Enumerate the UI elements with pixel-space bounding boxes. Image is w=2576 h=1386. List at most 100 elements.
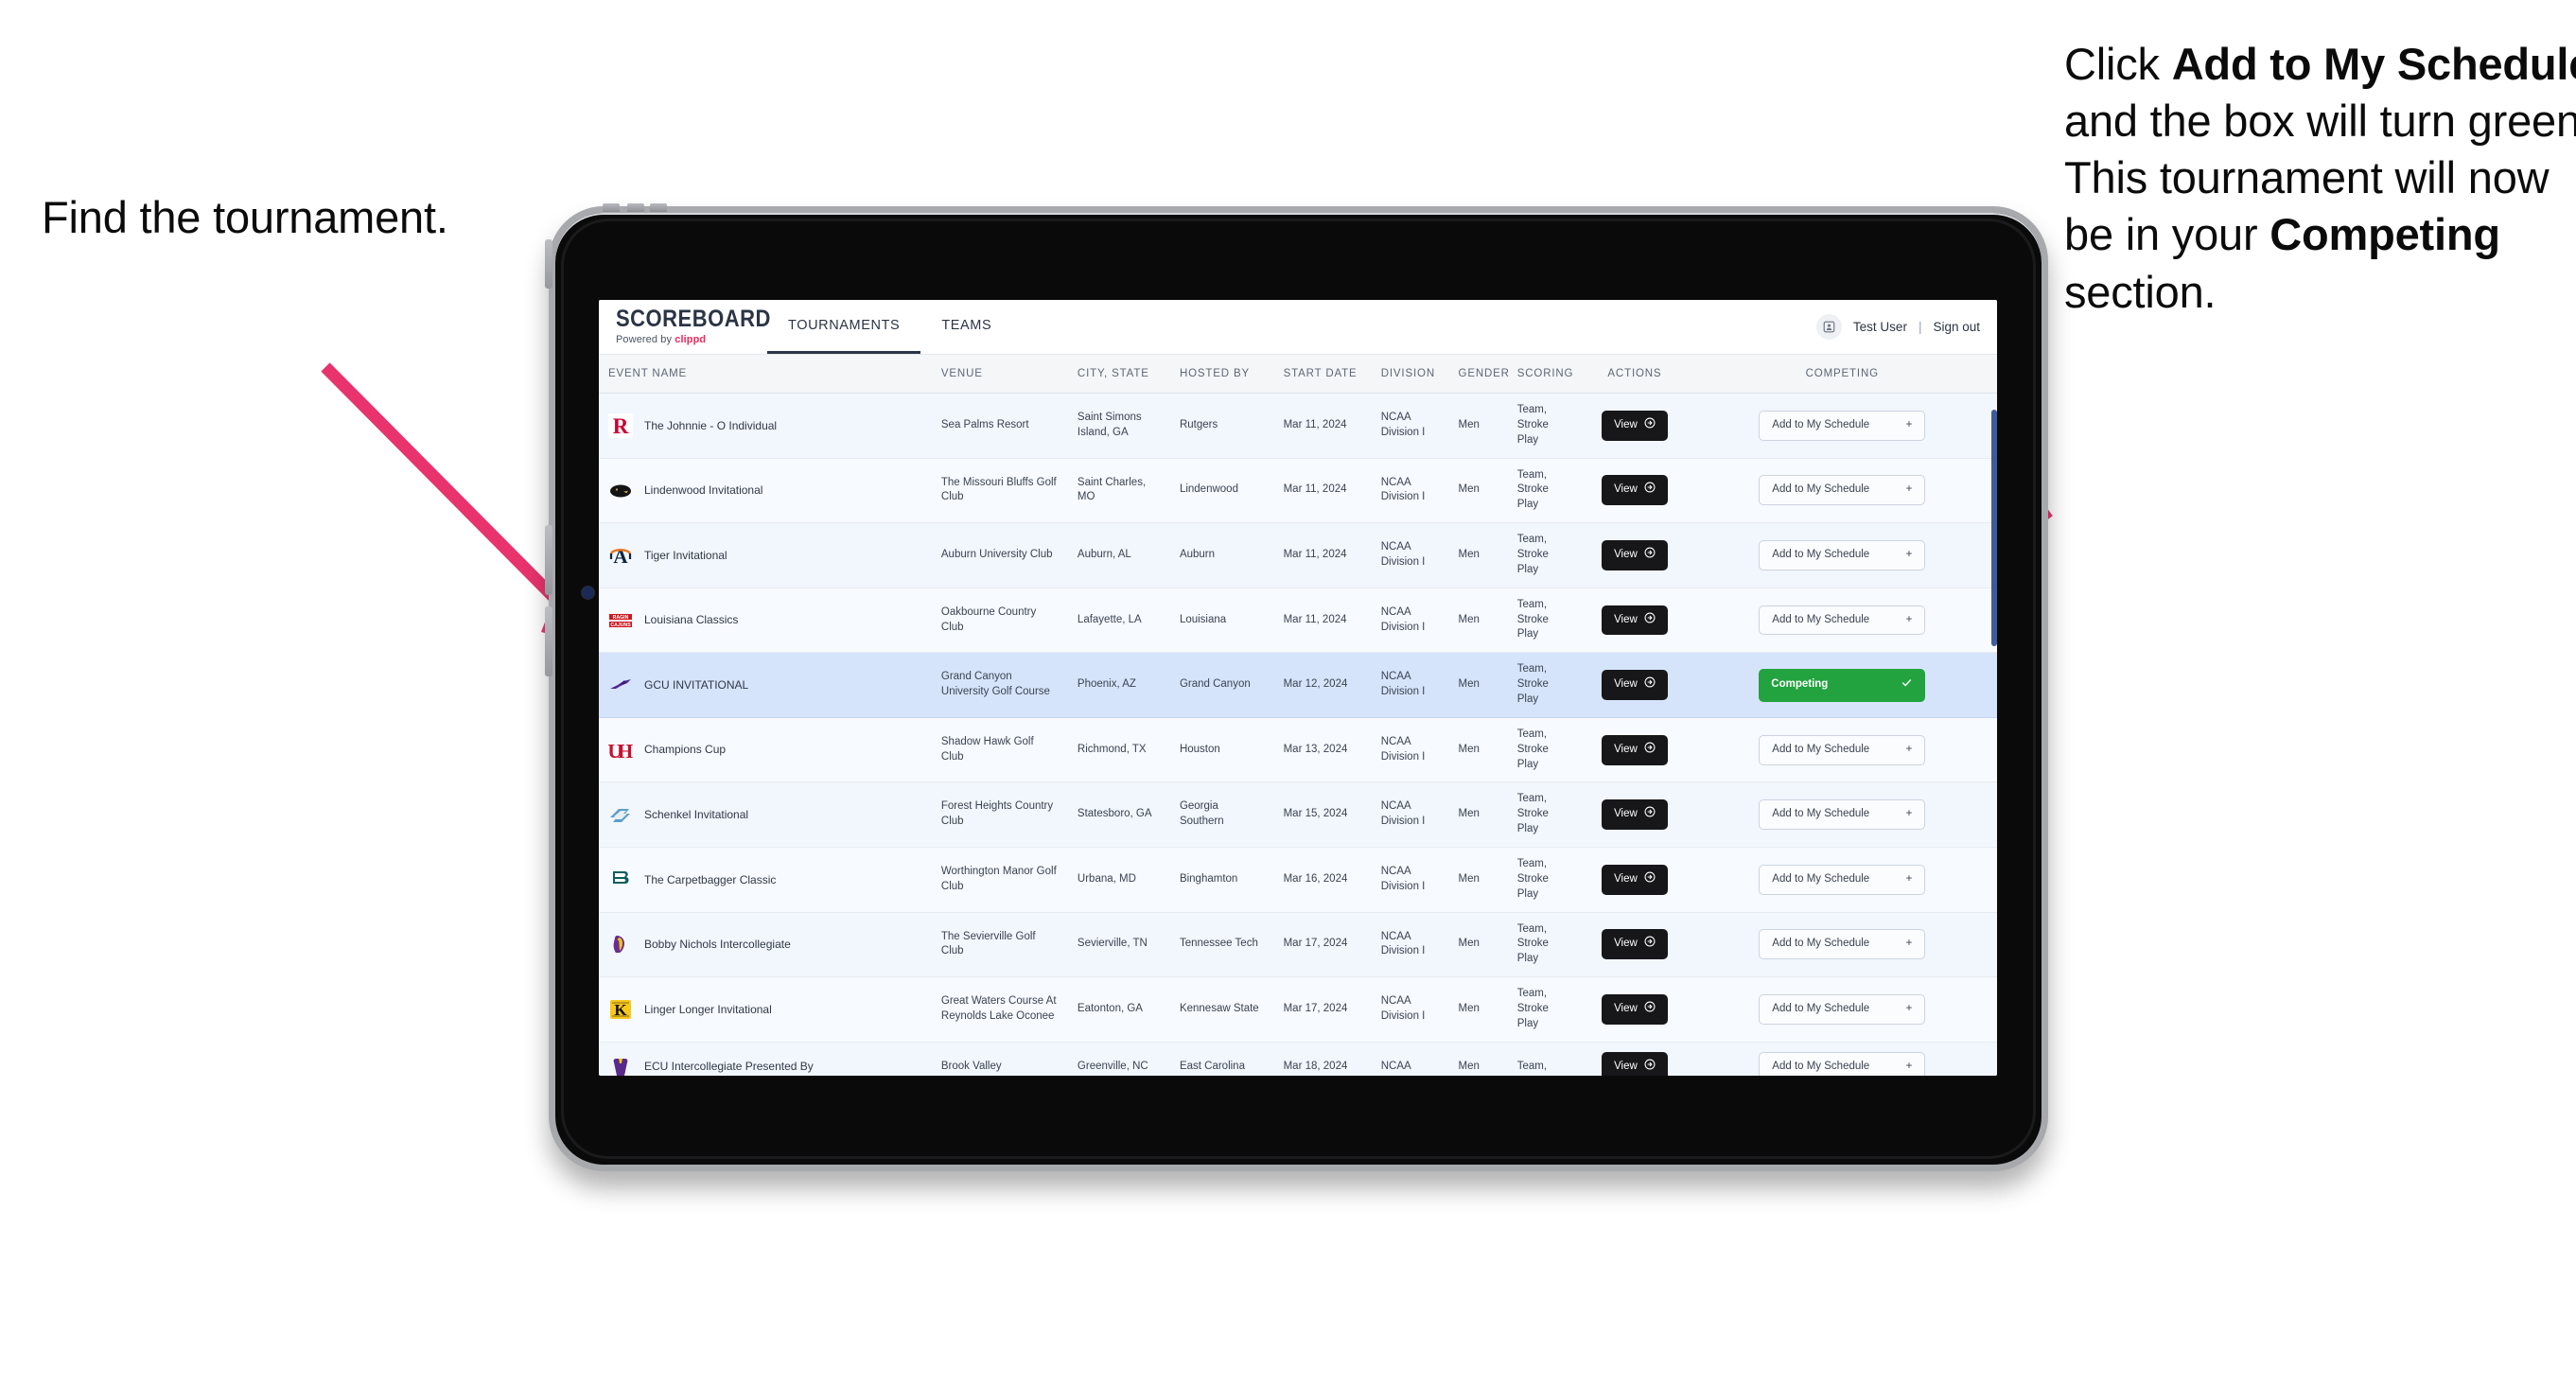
table-row[interactable]: GCU INVITATIONAL Grand Canyon University … [599,652,1997,718]
arrow-right-circle-icon [1644,871,1656,888]
cell-event-name: A Tiger Invitational [599,522,932,588]
user-name: Test User [1852,320,1907,334]
table-row[interactable]: U H Champions Cup Shadow Hawk Golf Club Rich… [599,717,1997,783]
volume-up-button[interactable] [545,525,552,595]
cell-division: NCAA Division I [1371,458,1449,524]
tab-tournaments[interactable]: TOURNAMENTS [767,300,921,354]
user-avatar-icon[interactable] [1815,314,1842,340]
cell-competing: Add to My Schedule + [1687,781,1997,849]
cell-division: NCAA Division I [1371,522,1449,588]
plus-icon: + [1905,549,1913,561]
table-row[interactable]: RAGIN CAJUNS Louisiana Classics Oakbourne C… [599,588,1997,654]
col-event-name[interactable]: EVENT NAME [599,355,932,394]
cell-gender: Men [1448,717,1508,783]
add-to-my-schedule-label: Add to My Schedule [1772,418,1870,430]
plus-icon: + [1905,808,1913,820]
cell-venue: Worthington Manor Golf Club [931,847,1068,913]
add-to-my-schedule-button[interactable]: Add to My Schedule + [1759,605,1926,636]
add-to-my-schedule-button[interactable]: Add to My Schedule + [1759,1051,1926,1076]
view-button[interactable]: View [1602,540,1668,570]
view-button-label: View [1614,808,1638,820]
view-button[interactable]: View [1602,410,1668,441]
view-button[interactable]: View [1602,670,1668,701]
col-hosted-by[interactable]: HOSTED BY [1169,355,1274,394]
cell-actions: View [1582,652,1688,718]
cell-start-date: Mar 11, 2024 [1273,522,1372,588]
cell-city-state: Richmond, TX [1067,717,1170,783]
cell-scoring: Team, Stroke Play [1507,912,1583,978]
add-to-my-schedule-button[interactable]: Add to My Schedule + [1759,994,1926,1025]
cell-start-date: Mar 11, 2024 [1273,458,1372,524]
col-start-date[interactable]: START DATE [1273,355,1372,394]
event-name-label: Bobby Nichols Intercollegiate [644,938,791,952]
add-to-my-schedule-button[interactable]: Add to My Schedule + [1759,410,1926,441]
tablet-antenna-band-1 [603,203,620,212]
table-row[interactable]: Bobby Nichols Intercollegiate The Sevierv… [599,912,1997,978]
volume-down-button[interactable] [545,606,552,676]
add-to-my-schedule-button[interactable]: Add to My Schedule + [1759,475,1926,506]
sign-out-link[interactable]: Sign out [1933,320,1980,334]
tournaments-table: EVENT NAME VENUE CITY, STATE HOSTED BY S… [599,355,1997,1076]
table-row[interactable]: ECU Intercollegiate Presented By Brook Va… [599,1042,1997,1076]
add-to-my-schedule-button[interactable]: Add to My Schedule + [1759,799,1926,831]
vertical-scrollbar[interactable] [1991,410,1997,646]
cell-gender: Men [1448,458,1508,524]
add-to-my-schedule-label: Add to My Schedule [1772,938,1870,950]
table-row[interactable]: R The Johnnie - O Individual Sea Palms Res… [599,393,1997,459]
event-name-label: Tiger Invitational [644,548,727,562]
cell-actions: View [1582,522,1688,588]
svg-text:H: H [618,740,633,763]
col-scoring[interactable]: SCORING [1507,355,1583,394]
table-row[interactable]: The Carpetbagger Classic Worthington Mano… [599,847,1997,913]
svg-text:A: A [613,545,628,568]
kennesaw-state-logo: K [608,997,633,1022]
cell-event-name: RAGIN CAJUNS Louisiana Classics [599,588,932,654]
arrow-right-circle-icon [1644,547,1656,564]
table-row[interactable]: K Linger Longer Invitational Great Waters … [599,976,1997,1043]
cell-actions: View [1582,393,1688,459]
tab-teams[interactable]: TEAMS [920,300,1012,354]
cell-scoring: Team, Stroke Play [1507,847,1583,913]
cell-actions: View [1582,781,1688,849]
col-venue[interactable]: VENUE [931,355,1068,394]
view-button[interactable]: View [1602,864,1668,895]
cell-venue: Shadow Hawk Golf Club [931,717,1068,783]
table-row[interactable]: Schenkel Invitational Forest Heights Coun… [599,781,1997,849]
lindenwood-logo [608,478,633,502]
table-row[interactable]: Lindenwood Invitational The Missouri Bluf… [599,458,1997,524]
cell-competing: Add to My Schedule + [1687,912,1997,978]
add-to-my-schedule-button[interactable]: Add to My Schedule + [1759,734,1926,765]
cell-scoring: Team, Stroke Play [1507,652,1583,718]
louisiana-logo: RAGIN CAJUNS [608,608,633,633]
power-button[interactable] [545,239,552,289]
cell-event-name: Lindenwood Invitational [599,458,932,524]
view-button[interactable]: View [1602,799,1668,831]
cell-city-state: Urbana, MD [1067,847,1170,913]
col-gender[interactable]: GENDER [1448,355,1509,394]
view-button[interactable]: View [1602,1051,1668,1076]
view-button[interactable]: View [1602,734,1668,765]
view-button[interactable]: View [1602,929,1668,960]
cell-start-date: Mar 16, 2024 [1273,847,1372,913]
cell-actions: View [1582,588,1688,654]
plus-icon: + [1905,1003,1913,1015]
brand-logo[interactable]: SCOREBOARD Powered by clippd [599,300,770,354]
table-row[interactable]: A Tiger Invitational Auburn University Clu… [599,522,1997,588]
event-name-label: The Carpetbagger Classic [644,872,777,886]
front-camera-icon [582,587,594,599]
cell-hosted-by: Auburn [1169,522,1274,588]
view-button[interactable]: View [1602,475,1668,506]
view-button[interactable]: View [1602,994,1668,1025]
competing-button[interactable]: Competing [1759,668,1926,702]
view-button[interactable]: View [1602,605,1668,636]
add-to-my-schedule-label: Add to My Schedule [1772,483,1870,496]
cell-city-state: Saint Charles, MO [1067,458,1170,524]
cell-competing: Add to My Schedule + [1687,847,1997,913]
add-to-my-schedule-button[interactable]: Add to My Schedule + [1759,929,1926,960]
col-city-state[interactable]: CITY, STATE [1067,355,1170,394]
cell-city-state: Phoenix, AZ [1067,652,1170,718]
ecu-logo [608,1055,633,1076]
col-division[interactable]: DIVISION [1371,355,1449,394]
add-to-my-schedule-button[interactable]: Add to My Schedule + [1759,540,1926,570]
add-to-my-schedule-button[interactable]: Add to My Schedule + [1759,864,1926,895]
